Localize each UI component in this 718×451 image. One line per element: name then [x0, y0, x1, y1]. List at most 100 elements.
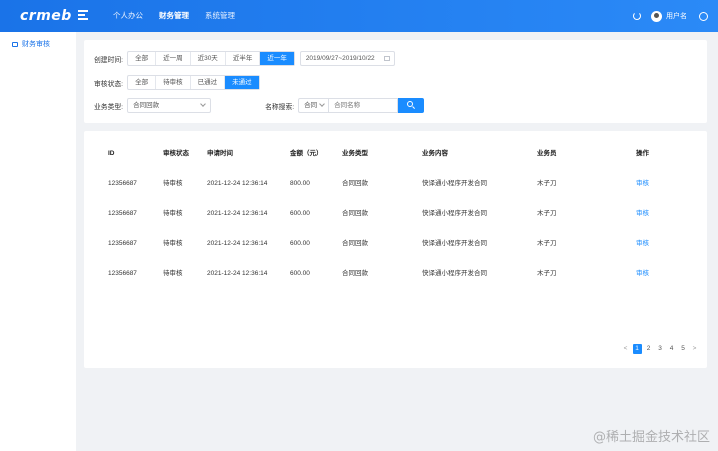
cell-content: 快译通小程序开发合同 [422, 240, 487, 247]
next-page-button[interactable]: > [690, 344, 699, 354]
cell-status: 待审核 [163, 210, 183, 217]
sidebar-item-label: 财务审核 [22, 41, 50, 48]
table-row: 12356687 待审核 2021-12-24 12:36:14 800.00 … [84, 169, 707, 199]
cell-type: 合同回款 [342, 210, 368, 217]
column-header: 业务类型 [342, 150, 368, 157]
filter-panel: 创建时间: 全部 近一周 近30天 近半年 近一年 2019/09/27~201… [84, 40, 707, 123]
time-option-all[interactable]: 全部 [128, 52, 157, 65]
type-row: 业务类型: 合同回款 名称搜索: 合同 [94, 98, 425, 113]
created-time-label: 创建时间: [94, 56, 124, 64]
status-option-all[interactable]: 全部 [128, 76, 157, 89]
time-option-halfyear[interactable]: 近半年 [226, 52, 261, 65]
top-nav: 个人办公 财务管理 系统管理 [105, 0, 243, 32]
status-option-pending[interactable]: 待审核 [156, 76, 191, 89]
status-option-approved[interactable]: 已通过 [191, 76, 226, 89]
time-range-group: 全部 近一周 近30天 近半年 近一年 [127, 51, 295, 66]
cell-amount: 600.00 [290, 240, 310, 247]
avatar[interactable] [651, 10, 662, 22]
date-range-picker[interactable]: 2019/09/27~2019/10/22 [299, 51, 395, 66]
search-button[interactable] [398, 98, 425, 113]
sidebar-item-finance-review[interactable]: 财务审核 [12, 39, 50, 49]
cell-content: 快译通小程序开发合同 [422, 210, 487, 217]
search-field-select[interactable]: 合同 [298, 98, 329, 113]
folder-icon [12, 41, 18, 47]
cell-staff: 木子刀 [537, 210, 557, 217]
cell-time: 2021-12-24 12:36:14 [207, 240, 268, 247]
username[interactable]: 用户名 [666, 11, 687, 21]
calendar-icon [383, 56, 390, 61]
review-link[interactable]: 审核 [636, 169, 649, 199]
business-type-value: 合同回款 [133, 102, 160, 109]
table-row: 12356687 待审核 2021-12-24 12:36:14 600.00 … [84, 229, 707, 259]
cell-type: 合同回款 [342, 240, 368, 247]
review-link[interactable]: 审核 [636, 259, 649, 289]
cell-id: 12356687 [108, 270, 137, 277]
cell-time: 2021-12-24 12:36:14 [207, 180, 268, 187]
table-header: ID 审核状态 申请时间 金额（元） 业务类型 业务内容 业务员 操作 [84, 139, 707, 169]
refresh-icon[interactable] [633, 12, 641, 20]
page-button[interactable]: 3 [656, 344, 665, 354]
business-type-select[interactable]: 合同回款 [127, 98, 212, 113]
sidebar: 财务审核 [0, 32, 76, 451]
page-button[interactable]: 5 [679, 344, 688, 354]
status-option-rejected[interactable]: 未通过 [225, 76, 259, 89]
status-group: 全部 待审核 已通过 未通过 [127, 75, 260, 90]
time-option-30days[interactable]: 近30天 [191, 52, 226, 65]
column-header: 申请时间 [207, 150, 233, 157]
business-type-label: 业务类型: [94, 103, 124, 111]
header-right: 用户名 [633, 0, 708, 32]
cell-time: 2021-12-24 12:36:14 [207, 210, 268, 217]
cell-amount: 600.00 [290, 210, 310, 217]
time-option-week[interactable]: 近一周 [156, 52, 191, 65]
cell-id: 12356687 [108, 180, 137, 187]
cell-id: 12356687 [108, 210, 137, 217]
column-header: 业务员 [537, 150, 557, 157]
page-button[interactable]: 2 [644, 344, 653, 354]
review-link[interactable]: 审核 [636, 199, 649, 229]
globe-icon[interactable] [699, 11, 708, 21]
cell-amount: 800.00 [290, 180, 310, 187]
cell-amount: 600.00 [290, 270, 310, 277]
page-button[interactable]: 1 [632, 344, 642, 354]
cell-status: 待审核 [163, 180, 183, 187]
name-search-group: 合同 [298, 98, 425, 113]
table-row: 12356687 待审核 2021-12-24 12:36:14 600.00 … [84, 259, 707, 289]
column-header: 业务内容 [422, 150, 448, 157]
cell-id: 12356687 [108, 240, 137, 247]
column-header: 金额（元） [290, 150, 323, 157]
cell-content: 快译通小程序开发合同 [422, 180, 487, 187]
cell-status: 待审核 [163, 240, 183, 247]
time-option-year[interactable]: 近一年 [260, 52, 294, 65]
top-header: crmeb 个人办公 财务管理 系统管理 用户名 [0, 0, 718, 32]
cell-status: 待审核 [163, 270, 183, 277]
review-link[interactable]: 审核 [636, 229, 649, 259]
status-label: 审核状态: [94, 80, 124, 88]
column-header: ID [108, 150, 115, 157]
chevron-down-icon [319, 101, 325, 107]
logo[interactable]: crmeb [20, 8, 72, 24]
created-time-row: 创建时间: 全部 近一周 近30天 近半年 近一年 2019/09/27~201… [94, 51, 395, 66]
page-button[interactable]: 4 [667, 344, 676, 354]
nav-item-system[interactable]: 系统管理 [197, 0, 243, 32]
cell-type: 合同回款 [342, 180, 368, 187]
nav-item-finance[interactable]: 财务管理 [151, 0, 197, 32]
nav-item-personal[interactable]: 个人办公 [105, 0, 151, 32]
table-row: 12356687 待审核 2021-12-24 12:36:14 600.00 … [84, 199, 707, 229]
search-field-value: 合同 [304, 102, 318, 109]
name-search-label: 名称搜索: [265, 103, 295, 111]
date-range-value: 2019/09/27~2019/10/22 [305, 55, 375, 62]
cell-time: 2021-12-24 12:36:14 [207, 270, 268, 277]
pagination: < 1 2 3 4 5 > [619, 344, 700, 354]
menu-toggle-icon[interactable] [78, 10, 88, 20]
column-header: 操作 [636, 150, 649, 157]
cell-content: 快译通小程序开发合同 [422, 270, 487, 277]
prev-page-button[interactable]: < [621, 344, 630, 354]
search-input[interactable] [328, 98, 399, 113]
table-panel: ID 审核状态 申请时间 金额（元） 业务类型 业务内容 业务员 操作 1235… [84, 131, 707, 368]
cell-staff: 木子刀 [537, 240, 557, 247]
watermark: @稀土掘金技术社区 [592, 430, 710, 445]
chevron-down-icon [200, 101, 206, 107]
status-row: 审核状态: 全部 待审核 已通过 未通过 [94, 75, 260, 90]
cell-staff: 木子刀 [537, 270, 557, 277]
column-header: 审核状态 [163, 150, 189, 157]
